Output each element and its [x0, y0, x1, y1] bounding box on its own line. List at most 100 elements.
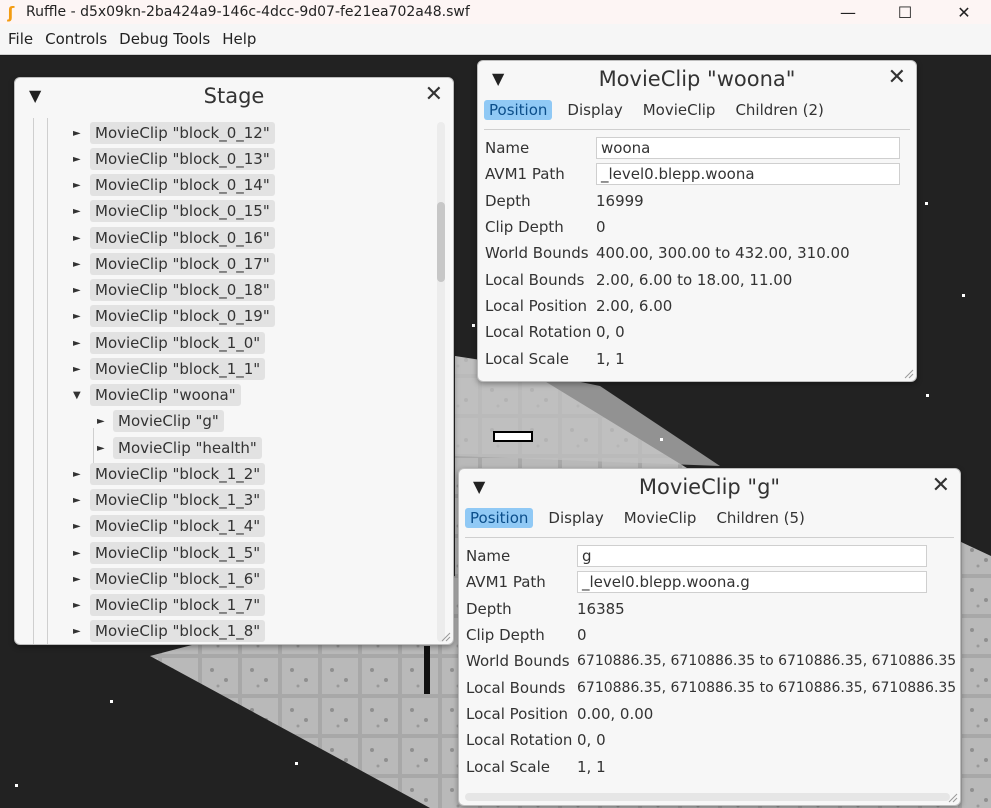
- expand-arrow-icon[interactable]: ►: [73, 180, 85, 191]
- stage-window-header[interactable]: ▼ Stage ✕: [15, 78, 453, 114]
- menu-debug-tools[interactable]: Debug Tools: [117, 30, 218, 48]
- collapse-icon[interactable]: ▼: [29, 86, 41, 105]
- expand-arrow-icon[interactable]: ►: [73, 495, 85, 506]
- menu-file[interactable]: File: [6, 30, 41, 48]
- tab-display[interactable]: Display: [543, 508, 608, 528]
- expand-arrow-icon[interactable]: ►: [73, 154, 85, 165]
- star: [925, 202, 928, 205]
- star: [660, 438, 663, 441]
- expand-arrow-icon[interactable]: ►: [73, 626, 85, 637]
- tab-display[interactable]: Display: [562, 100, 627, 120]
- prop-value: 16385: [577, 599, 625, 618]
- expand-arrow-icon[interactable]: ►: [97, 443, 109, 454]
- tree-guide-line: [33, 118, 34, 644]
- minimize-button[interactable]: —: [825, 0, 871, 24]
- avm1-path-field[interactable]: _level0.blepp.woona.g: [577, 571, 927, 594]
- expand-arrow-icon[interactable]: ►: [73, 574, 85, 585]
- prop-label: Local Scale: [466, 757, 551, 776]
- prop-row-local-rotation: Local Rotation 0, 0: [466, 727, 960, 753]
- tab-children[interactable]: Children (5): [711, 508, 809, 528]
- star: [472, 324, 475, 327]
- star: [962, 294, 965, 297]
- prop-label: Local Rotation: [466, 731, 573, 750]
- g-window-title: MovieClip "g": [638, 475, 781, 499]
- expand-arrow-icon[interactable]: ►: [73, 311, 85, 322]
- expand-arrow-icon[interactable]: ►: [97, 416, 109, 427]
- resize-grip-icon[interactable]: [439, 630, 451, 642]
- tab-position[interactable]: Position: [465, 508, 534, 528]
- tree-item-label[interactable]: MovieClip "block_1_0": [90, 332, 266, 354]
- expand-arrow-icon[interactable]: ►: [73, 600, 85, 611]
- collapse-icon[interactable]: ▼: [492, 69, 504, 88]
- name-field[interactable]: g: [577, 545, 927, 568]
- prop-label: Local Position: [485, 296, 588, 315]
- prop-row-local-scale: Local Scale 1, 1: [466, 753, 960, 779]
- expand-arrow-icon[interactable]: ►: [73, 233, 85, 244]
- tree-item-label[interactable]: MovieClip "block_0_15": [90, 200, 275, 222]
- g-window-header[interactable]: ▼ MovieClip "g" ✕: [459, 469, 960, 505]
- tree-item-label[interactable]: MovieClip "woona": [90, 384, 241, 406]
- tree-item-label[interactable]: MovieClip "block_1_2": [90, 463, 266, 485]
- scrollbar-thumb[interactable]: [437, 202, 445, 282]
- prop-label: Name: [485, 139, 530, 158]
- expand-arrow-icon[interactable]: ►: [73, 548, 85, 559]
- tree-item-label[interactable]: MovieClip "block_1_7": [90, 594, 266, 616]
- movieclip-g-window: ▼ MovieClip "g" ✕ Position Display Movie…: [458, 468, 961, 806]
- tree-item-label[interactable]: MovieClip "block_1_8": [90, 620, 266, 642]
- tree-item-label[interactable]: MovieClip "block_0_13": [90, 148, 275, 170]
- horizontal-scrollbar[interactable]: [465, 793, 950, 801]
- tree-item-label[interactable]: MovieClip "block_1_6": [90, 568, 266, 590]
- tree-item-label[interactable]: MovieClip "block_0_17": [90, 253, 275, 275]
- stage-window-title: Stage: [203, 84, 265, 108]
- prop-label: Name: [466, 547, 511, 566]
- tab-position[interactable]: Position: [484, 100, 553, 120]
- expand-arrow-icon[interactable]: ►: [73, 364, 85, 375]
- collapse-arrow-icon[interactable]: ▼: [73, 390, 85, 401]
- resize-grip-icon[interactable]: [902, 367, 914, 379]
- resize-grip-icon[interactable]: [946, 791, 958, 803]
- tree-item-label[interactable]: MovieClip "g": [113, 410, 224, 432]
- name-field[interactable]: woona: [596, 137, 900, 160]
- prop-label: Local Bounds: [466, 678, 566, 697]
- menu-controls[interactable]: Controls: [43, 30, 115, 48]
- prop-label: Local Bounds: [485, 270, 585, 289]
- close-icon[interactable]: ✕: [888, 67, 906, 89]
- close-button[interactable]: ✕: [941, 0, 987, 24]
- menu-help[interactable]: Help: [220, 30, 264, 48]
- tree-item-label[interactable]: MovieClip "block_0_16": [90, 227, 275, 249]
- expand-arrow-icon[interactable]: ►: [73, 259, 85, 270]
- expand-arrow-icon[interactable]: ►: [73, 338, 85, 349]
- menu-bar: File Controls Debug Tools Help: [0, 24, 991, 55]
- expand-arrow-icon[interactable]: ►: [73, 285, 85, 296]
- tree-item-label[interactable]: MovieClip "block_0_18": [90, 279, 275, 301]
- prop-value: 0.00, 0.00: [577, 704, 654, 723]
- prop-label: World Bounds: [485, 244, 589, 263]
- expand-arrow-icon[interactable]: ►: [73, 206, 85, 217]
- tree-item-label[interactable]: MovieClip "health": [113, 437, 262, 459]
- tree-item-label[interactable]: MovieClip "block_0_14": [90, 174, 275, 196]
- tab-movieclip[interactable]: MovieClip: [638, 100, 721, 120]
- tree-scrollbar[interactable]: [437, 122, 445, 642]
- tree-item-label[interactable]: MovieClip "block_0_12": [90, 122, 275, 144]
- prop-row-depth: Depth 16999: [485, 188, 916, 214]
- star: [15, 784, 18, 787]
- close-icon[interactable]: ✕: [932, 475, 950, 497]
- collapse-icon[interactable]: ▼: [473, 477, 485, 496]
- prop-row-world-bounds: World Bounds 400.00, 300.00 to 432.00, 31…: [485, 240, 916, 266]
- close-icon[interactable]: ✕: [425, 84, 443, 106]
- tree-item-label[interactable]: MovieClip "block_1_4": [90, 515, 266, 537]
- tab-children[interactable]: Children (2): [730, 100, 828, 120]
- tree-item-label[interactable]: MovieClip "block_1_1": [90, 358, 266, 380]
- avm1-path-field[interactable]: _level0.blepp.woona: [596, 163, 900, 186]
- maximize-button[interactable]: ☐: [882, 0, 928, 24]
- woona-window-header[interactable]: ▼ MovieClip "woona" ✕: [478, 61, 916, 97]
- expand-arrow-icon[interactable]: ►: [73, 521, 85, 532]
- tab-movieclip[interactable]: MovieClip: [619, 508, 702, 528]
- tree-item-label[interactable]: MovieClip "block_1_5": [90, 542, 266, 564]
- expand-arrow-icon[interactable]: ►: [73, 128, 85, 139]
- prop-label: AVM1 Path: [466, 573, 546, 592]
- prop-row-local-bounds: Local Bounds 6710886.35, 6710886.35 to 67…: [466, 674, 960, 700]
- expand-arrow-icon[interactable]: ►: [73, 469, 85, 480]
- tree-item-label[interactable]: MovieClip "block_1_3": [90, 489, 266, 511]
- tree-item-label[interactable]: MovieClip "block_0_19": [90, 305, 275, 327]
